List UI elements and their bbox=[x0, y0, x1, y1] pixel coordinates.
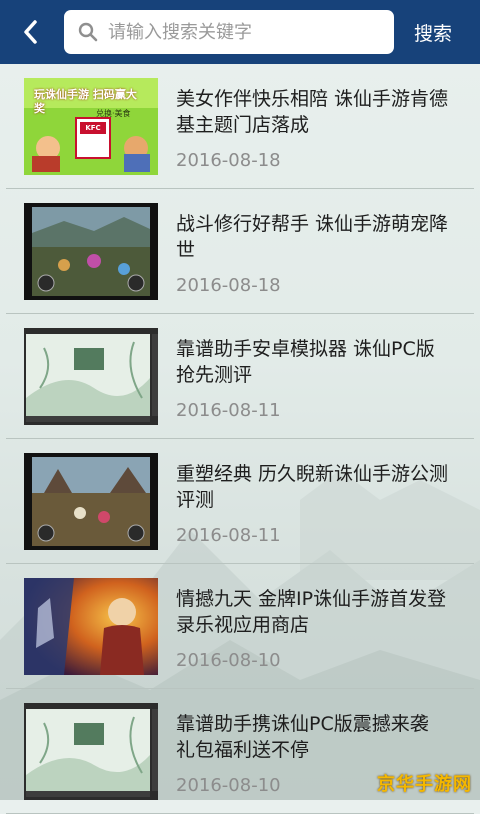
news-title: 重塑经典 历久睨新诛仙手游公测评测 bbox=[176, 463, 449, 511]
news-title: 靠谱助手安卓模拟器 诛仙PC版抢先测评 bbox=[176, 338, 435, 386]
top-bar: 搜索 bbox=[0, 0, 480, 64]
news-list-item[interactable]: 玩诛仙手游 扫码赢大奖 兑换·美食 KFC 美女作伴快乐相陪 诛仙手游肯德基主题… bbox=[6, 64, 474, 189]
news-title: 情撼九天 金牌IP诛仙手游首发登录乐视应用商店 bbox=[176, 588, 447, 636]
news-thumbnail bbox=[24, 578, 158, 675]
news-thumbnail: 玩诛仙手游 扫码赢大奖 兑换·美食 KFC bbox=[24, 78, 158, 175]
news-list-item[interactable]: 情撼九天 金牌IP诛仙手游首发登录乐视应用商店 2016-08-10 bbox=[6, 564, 474, 689]
news-list: 玩诛仙手游 扫码赢大奖 兑换·美食 KFC 美女作伴快乐相陪 诛仙手游肯德基主题… bbox=[0, 64, 480, 814]
news-title: 战斗修行好帮手 诛仙手游萌宠降世 bbox=[176, 213, 449, 261]
news-date: 2016-08-10 bbox=[176, 650, 281, 671]
back-button[interactable] bbox=[0, 0, 60, 64]
news-thumbnail bbox=[24, 328, 158, 425]
back-arrow-icon bbox=[24, 20, 37, 44]
news-list-item[interactable]: 靠谱助手安卓模拟器 诛仙PC版抢先测评 2016-08-11 bbox=[6, 314, 474, 439]
news-list-item[interactable]: 战斗修行好帮手 诛仙手游萌宠降世 2016-08-18 bbox=[6, 189, 474, 314]
search-input[interactable] bbox=[106, 20, 370, 44]
news-date: 2016-08-11 bbox=[176, 525, 281, 546]
news-thumbnail bbox=[24, 703, 158, 800]
news-thumbnail bbox=[24, 453, 158, 550]
news-date: 2016-08-11 bbox=[176, 400, 281, 421]
news-date: 2016-08-18 bbox=[176, 275, 281, 296]
news-title: 美女作伴快乐相陪 诛仙手游肯德基主题门店落成 bbox=[176, 88, 449, 136]
news-date: 2016-08-10 bbox=[176, 775, 281, 796]
news-title: 靠谱助手携诛仙PC版震撼来袭 礼包福利送不停 bbox=[176, 713, 429, 761]
search-button[interactable]: 搜索 bbox=[414, 19, 452, 46]
site-watermark: 京华手游网 bbox=[377, 774, 472, 795]
news-date: 2016-08-18 bbox=[176, 150, 281, 171]
search-icon bbox=[78, 22, 98, 42]
kfc-badge: KFC bbox=[85, 124, 101, 132]
search-box[interactable] bbox=[64, 10, 394, 54]
thumbnail-subcaption: 兑换·美食 bbox=[96, 109, 131, 118]
news-list-item[interactable]: 重塑经典 历久睨新诛仙手游公测评测 2016-08-11 bbox=[6, 439, 474, 564]
news-thumbnail bbox=[24, 203, 158, 300]
